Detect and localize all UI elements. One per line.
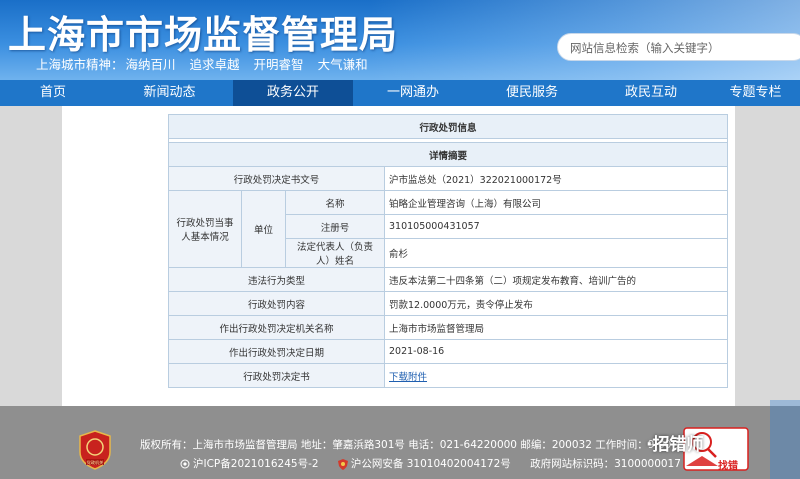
main-nav: 首页 新闻动态 政务公开 一网通办 便民服务 政民互动 专题专栏 bbox=[0, 80, 800, 106]
search-input[interactable] bbox=[570, 38, 790, 58]
side-edge-decoration bbox=[770, 400, 800, 479]
icp-icon bbox=[180, 459, 190, 469]
authority-label: 作出行政处罚决定机关名称 bbox=[168, 315, 385, 340]
police-record-number[interactable]: 沪公网安备 31010402004172号 bbox=[351, 458, 511, 470]
nav-item-one-stop[interactable]: 一网通办 bbox=[353, 80, 473, 106]
find-error-label[interactable]: 找错 bbox=[718, 457, 738, 472]
police-badge-icon bbox=[337, 458, 348, 470]
decision-doc-cell: 下载附件 bbox=[384, 363, 728, 388]
slogan-item: 海纳百川 bbox=[125, 57, 176, 72]
copyright-line: 版权所有：上海市市场监督管理局 地址：肇嘉浜路301号 电话：021-64220… bbox=[140, 439, 706, 451]
penalty-content-label: 行政处罚内容 bbox=[168, 291, 385, 316]
search-box bbox=[557, 33, 800, 61]
nav-item-public-affairs[interactable]: 政务公开 bbox=[233, 80, 353, 106]
doc-no-label: 行政处罚决定书文号 bbox=[168, 166, 385, 191]
name-value: 铂略企业管理咨询（上海）有限公司 bbox=[384, 190, 728, 215]
penalty-content-value: 罚款12.0000万元，责令停止发布 bbox=[384, 291, 728, 316]
violation-label: 违法行为类型 bbox=[168, 267, 385, 292]
slogan-item: 开明睿智 bbox=[253, 57, 304, 72]
nav-item-news[interactable]: 新闻动态 bbox=[106, 80, 233, 106]
reg-no-label: 注册号 bbox=[285, 214, 385, 239]
slogan-prefix: 上海城市精神： bbox=[36, 57, 124, 72]
content-panel: 行政处罚信息 详情摘要 行政处罚决定书文号 沪市监总处（2021）3220210… bbox=[62, 106, 735, 406]
nav-item-services[interactable]: 便民服务 bbox=[473, 80, 591, 106]
nav-item-home[interactable]: 首页 bbox=[0, 80, 106, 106]
decision-date-label: 作出行政处罚决定日期 bbox=[168, 339, 385, 364]
subsection-title: 详情摘要 bbox=[168, 142, 728, 167]
decision-doc-label: 行政处罚决定书 bbox=[168, 363, 385, 388]
party-government-emblem-icon[interactable]: 党政机关 bbox=[78, 430, 112, 470]
decision-date-value: 2021-08-16 bbox=[384, 339, 728, 364]
nav-item-interaction[interactable]: 政民互动 bbox=[591, 80, 711, 106]
site-header: 上海市市场监督管理局 上海城市精神： 海纳百川 追求卓越 开明睿智 大气谦和 bbox=[0, 0, 800, 80]
section-title: 行政处罚信息 bbox=[168, 114, 728, 139]
name-label: 名称 bbox=[285, 190, 385, 215]
party-label: 行政处罚当事人基本情况 bbox=[168, 190, 242, 268]
city-slogan: 上海城市精神： 海纳百川 追求卓越 开明睿智 大气谦和 bbox=[36, 54, 382, 73]
watermark-text: ·招错师 bbox=[646, 435, 704, 455]
rep-value: 俞杉 bbox=[384, 238, 728, 268]
record-info-line: 沪ICP备2021016245号-2 沪公网安备 31010402004172号… bbox=[180, 456, 697, 471]
unit-label: 单位 bbox=[241, 190, 286, 268]
rep-label: 法定代表人（负责人）姓名 bbox=[285, 238, 385, 268]
emblem-text: 党政机关 bbox=[87, 459, 104, 466]
reg-no-value: 310105000431057 bbox=[384, 214, 728, 239]
penalty-info-table: 行政处罚信息 详情摘要 行政处罚决定书文号 沪市监总处（2021）3220210… bbox=[168, 114, 728, 388]
doc-no-value: 沪市监总处（2021）322021000172号 bbox=[384, 166, 728, 191]
icp-number[interactable]: 沪ICP备2021016245号-2 bbox=[193, 458, 319, 470]
download-attachment-link[interactable]: 下载附件 bbox=[389, 372, 427, 383]
violation-value: 违反本法第二十四条第（二）项规定发布教育、培训广告的 bbox=[384, 267, 728, 292]
site-title[interactable]: 上海市市场监督管理局 bbox=[8, 4, 398, 59]
nav-item-topics[interactable]: 专题专栏 bbox=[711, 80, 800, 106]
slogan-item: 追求卓越 bbox=[189, 57, 240, 72]
authority-value: 上海市市场监督管理局 bbox=[384, 315, 728, 340]
site-code: 政府网站标识码：3100000017 bbox=[530, 458, 681, 470]
slogan-item: 大气谦和 bbox=[317, 57, 368, 72]
